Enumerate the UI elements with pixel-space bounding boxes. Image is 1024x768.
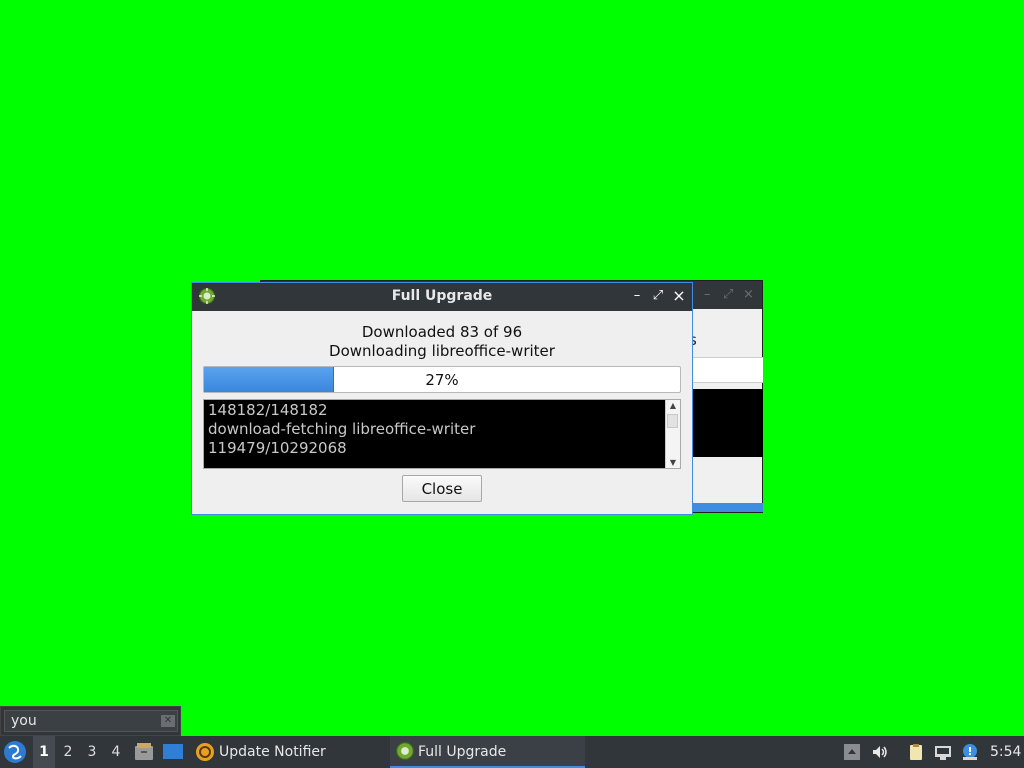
clipboard-icon[interactable] — [907, 743, 925, 761]
background-window-progress — [691, 503, 763, 512]
minimize-button[interactable]: – — [630, 288, 644, 304]
tray-arrow-icon[interactable] — [843, 743, 861, 761]
close-icon: × — [743, 287, 754, 302]
update-info-icon[interactable] — [961, 743, 979, 761]
log-line: download-fetching libreoffice-writer — [208, 420, 476, 438]
scroll-up-icon[interactable]: ▲ — [666, 401, 680, 410]
close-button[interactable]: Close — [402, 475, 482, 502]
background-window-log — [691, 389, 763, 457]
task-label: Update Notifier — [219, 744, 326, 760]
full-upgrade-dialog: Full Upgrade – ⤢ × Downloaded 83 of 96 D… — [191, 282, 693, 515]
download-count-text: Downloaded 83 of 96 — [361, 323, 523, 341]
dialog-titlebar[interactable]: Full Upgrade – ⤢ × — [192, 283, 692, 311]
volume-icon[interactable] — [871, 743, 889, 761]
progress-bar: 27% — [203, 366, 681, 393]
clock[interactable]: 5:54 — [990, 736, 1021, 768]
workspace-2[interactable]: 2 — [57, 736, 79, 768]
clear-icon[interactable]: ✕ — [161, 715, 175, 727]
log-line: 119479/10292068 — [208, 439, 347, 457]
maximize-button[interactable]: ⤢ — [651, 288, 665, 304]
log-line: 148182/148182 — [208, 401, 328, 419]
background-window-field — [691, 357, 763, 383]
dialog-title: Full Upgrade — [391, 288, 493, 304]
scroll-down-icon[interactable]: ▼ — [666, 458, 680, 467]
update-notifier-icon — [196, 743, 214, 761]
workspace-3[interactable]: 3 — [81, 736, 103, 768]
maximize-icon: ⤢ — [723, 287, 734, 302]
show-desktop-icon[interactable] — [162, 742, 184, 762]
minimize-icon: – — [704, 287, 711, 302]
file-manager-icon[interactable] — [134, 742, 154, 762]
task-label: Full Upgrade — [418, 744, 507, 760]
network-icon[interactable] — [934, 743, 952, 761]
taskbar: 1 2 3 4 Update Notifier Full Upgrade 5:5… — [0, 736, 1024, 768]
scroll-thumb[interactable] — [667, 414, 678, 428]
gear-icon — [396, 742, 414, 760]
progress-percent: 27% — [425, 371, 459, 389]
search-input[interactable] — [4, 710, 178, 732]
workspace-4[interactable]: 4 — [105, 736, 127, 768]
log-output[interactable]: 148182/148182 download-fetching libreoff… — [203, 399, 681, 469]
taskbar-full-upgrade[interactable]: Full Upgrade — [390, 736, 585, 768]
download-current-text: Downloading libreoffice-writer — [329, 342, 555, 360]
start-menu-icon[interactable] — [3, 740, 27, 764]
log-scrollbar[interactable]: ▲ ▼ — [665, 400, 680, 468]
taskbar-update-notifier[interactable]: Update Notifier — [191, 736, 387, 768]
search-popup: ✕ — [0, 706, 181, 736]
close-window-button[interactable]: × — [672, 288, 686, 304]
workspace-1[interactable]: 1 — [33, 736, 55, 768]
